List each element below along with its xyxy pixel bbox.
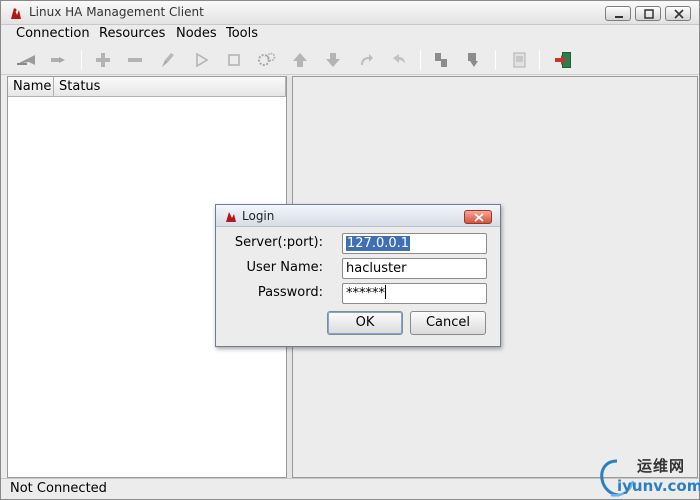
stop-button[interactable] [221,49,247,71]
exit-button[interactable] [550,49,576,71]
add-icon [96,53,110,67]
password-label: Password: [257,285,323,300]
document-icon [513,52,526,68]
app-logo-icon [9,6,23,20]
maximize-icon [644,9,654,19]
menu-nodes[interactable]: Nodes [173,26,220,41]
stop-icon [228,54,240,66]
dialog-title-bar[interactable]: Login [216,205,500,227]
close-window-button[interactable] [665,6,691,21]
move-down-button[interactable] [320,49,346,71]
password-input[interactable]: ****** [342,283,487,304]
window-title: Linux HA Management Client [29,5,204,19]
ok-button[interactable]: OK [327,311,403,335]
site-watermark: 运维网 iyunv.com [597,453,700,499]
cancel-button[interactable]: Cancel [410,311,486,335]
main-window: Linux HA Management Client Connection Re… [0,0,700,500]
active-node-icon [468,53,478,67]
menu-connection[interactable]: Connection [13,26,93,41]
connect-button[interactable] [13,49,39,71]
active-node-button[interactable] [460,49,486,71]
text-cursor [385,285,386,299]
exit-icon [555,52,571,68]
watermark-url: iyunv.com [617,477,700,495]
clean-icon [162,53,174,67]
start-icon [196,52,209,68]
move-down-icon [326,53,340,67]
undo-icon [393,54,405,64]
minimize-button[interactable] [605,6,631,21]
connection-status: Not Connected [10,481,107,496]
server-label: Server(:port): [234,235,323,250]
password-value: ****** [346,286,385,301]
disconnect-icon [51,57,65,63]
toolbar-separator [539,50,540,70]
minimize-icon [615,16,623,18]
standby-node-icon [435,53,447,67]
menu-tools[interactable]: Tools [223,26,261,41]
move-up-icon [293,53,307,67]
close-icon [474,213,484,222]
remove-icon [128,58,142,62]
document-button[interactable] [506,49,532,71]
redo-button[interactable] [353,49,379,71]
server-input[interactable]: 127.0.0.1 [342,233,487,254]
settings-button[interactable] [254,49,280,71]
add-button[interactable] [90,49,116,71]
column-header-status[interactable]: Status [54,77,286,97]
maximize-button[interactable] [635,6,661,21]
login-dialog: Login Server(:port): 127.0.0.1 User Name… [215,204,501,347]
user-name-input[interactable]: hacluster [342,258,487,279]
standby-node-button[interactable] [428,49,454,71]
start-button[interactable] [188,49,214,71]
menu-resources[interactable]: Resources [96,26,168,41]
app-logo-icon [224,210,238,227]
clean-button[interactable] [155,49,181,71]
watermark-site-name: 运维网 [637,457,686,475]
column-header-name[interactable]: Name [8,77,54,97]
dialog-close-button[interactable] [464,210,492,224]
user-name-label: User Name: [246,260,324,275]
menu-bar: Connection Resources Nodes Tools [1,25,699,45]
settings-icon [258,52,276,66]
undo-button[interactable] [386,49,412,71]
toolbar-separator [420,50,421,70]
title-bar[interactable]: Linux HA Management Client [1,1,699,25]
dialog-title: Login [242,209,275,223]
toolbar-separator [495,50,496,70]
connect-icon [17,55,35,65]
move-up-button[interactable] [287,49,313,71]
toolbar [1,45,699,75]
server-value: 127.0.0.1 [346,236,411,251]
disconnect-button[interactable] [45,49,71,71]
redo-icon [361,54,373,65]
status-bar: Not Connected [1,478,699,499]
remove-button[interactable] [122,49,148,71]
close-icon [674,9,684,19]
user-name-value: hacluster [346,261,407,276]
toolbar-separator [81,50,82,70]
